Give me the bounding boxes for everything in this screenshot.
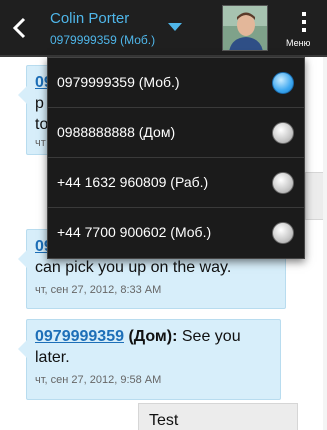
radio-button[interactable] [272,122,294,144]
contact-name[interactable]: Colin Porter [50,10,129,27]
dropdown-arrow-icon[interactable] [167,22,183,32]
dropdown-item-label: +44 7700 900602 (Моб.) [57,224,212,240]
dropdown-item[interactable]: 0979999359 (Моб.) [48,58,304,108]
message-number-type: (Дом): [128,328,178,345]
contact-photo[interactable] [222,5,268,51]
dropdown-item[interactable]: +44 1632 960809 (Раб.) [48,158,304,208]
message-text: Test [149,412,179,429]
message-text: See you [181,328,241,345]
radio-button[interactable] [272,172,294,194]
message-sender-number[interactable]: 0979999359 [35,328,124,345]
message-time: чт, сен 27, 2012, 9:58 AM [35,374,162,386]
dropdown-item-label: 0979999359 (Моб.) [57,74,180,90]
back-icon [12,17,26,39]
message-text: can pick you up on the way. [35,259,232,276]
dropdown-item-label: 0988888888 (Дом) [57,124,176,140]
message-bubble[interactable]: 0979999359 (Дом): See you later. чт, сен… [18,319,281,400]
menu-icon [302,12,306,36]
message-bubble-outgoing[interactable]: Test [138,403,298,430]
conversation-header: Colin Porter 0979999359 (Моб.) Меню [0,0,327,57]
message-text: later. [35,349,70,366]
contact-phone[interactable]: 0979999359 (Моб.) [50,33,155,47]
phone-number-dropdown[interactable]: 0979999359 (Моб.) 0988888888 (Дом) +44 1… [47,57,305,259]
dropdown-item-label: +44 1632 960809 (Раб.) [57,174,209,190]
radio-button-selected[interactable] [272,72,294,94]
back-button[interactable] [10,16,30,40]
dropdown-item[interactable]: +44 7700 900602 (Моб.) [48,208,304,258]
radio-button[interactable] [272,222,294,244]
message-time: чт, сен 27, 2012, 8:33 AM [35,284,162,296]
menu-button[interactable]: Меню [283,4,327,54]
menu-label: Меню [286,38,311,48]
dropdown-item[interactable]: 0988888888 (Дом) [48,108,304,158]
scrollbar-track[interactable] [323,57,327,430]
